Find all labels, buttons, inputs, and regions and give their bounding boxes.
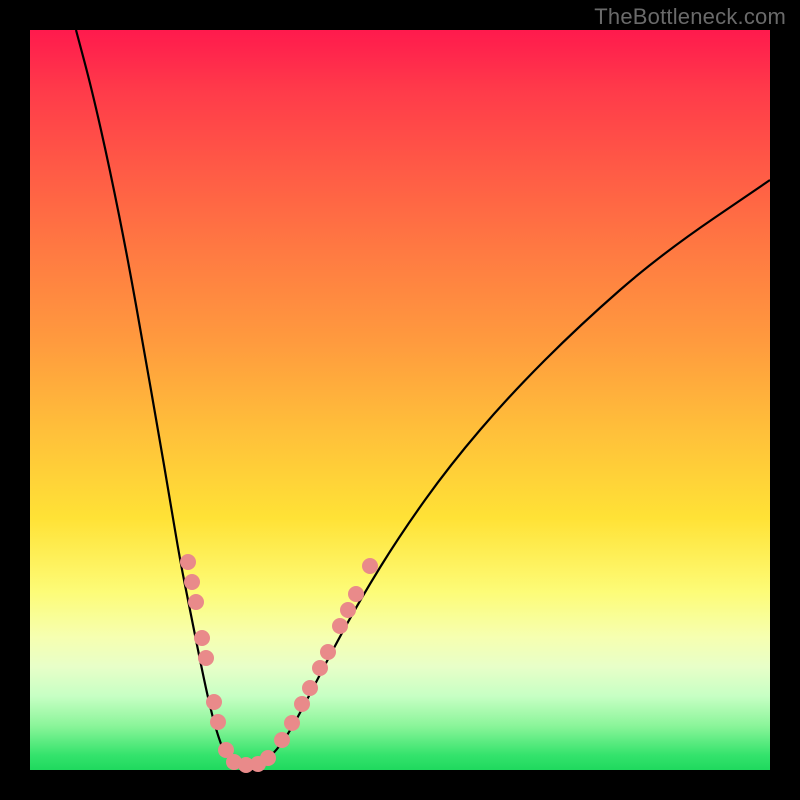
overlay-dot: [274, 732, 290, 748]
watermark-label: TheBottleneck.com: [594, 4, 786, 30]
overlay-dot: [362, 558, 378, 574]
overlay-dot: [284, 715, 300, 731]
overlay-dot: [260, 750, 276, 766]
overlay-dot: [206, 694, 222, 710]
overlay-dot: [188, 594, 204, 610]
overlay-dot: [198, 650, 214, 666]
curve-right-curve: [255, 180, 770, 765]
overlay-dot: [340, 602, 356, 618]
overlay-dot: [312, 660, 328, 676]
series-group: [76, 30, 770, 765]
overlay-dot: [180, 554, 196, 570]
overlay-dot: [332, 618, 348, 634]
dots-group: [180, 554, 378, 773]
overlay-dot: [320, 644, 336, 660]
chart-frame: TheBottleneck.com: [0, 0, 800, 800]
overlay-dot: [294, 696, 310, 712]
overlay-dot: [348, 586, 364, 602]
overlay-dot: [184, 574, 200, 590]
curve-left-curve: [76, 30, 250, 765]
overlay-dot: [302, 680, 318, 696]
curve-svg: [30, 30, 770, 770]
plot-area: [30, 30, 770, 770]
overlay-dot: [194, 630, 210, 646]
overlay-dot: [210, 714, 226, 730]
